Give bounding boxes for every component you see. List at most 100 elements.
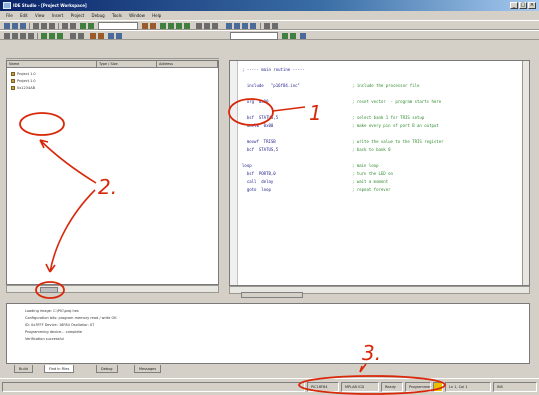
app-icon — [3, 2, 11, 9]
code-line: include "p16f84.inc" ; include the proces… — [242, 83, 420, 89]
run-icon[interactable] — [160, 23, 166, 29]
breakpoint-icon[interactable] — [196, 23, 202, 29]
disconnect-icon[interactable] — [290, 33, 296, 39]
paste-icon[interactable] — [49, 23, 55, 29]
animate-icon[interactable] — [98, 33, 104, 39]
code-instruction: movlw 0x00 — [242, 123, 274, 128]
status-cursor-position: Ln 1, Col 1 — [445, 382, 491, 392]
watch-icon[interactable] — [204, 23, 210, 29]
new-file-icon[interactable] — [4, 23, 10, 29]
indent-icon[interactable] — [4, 33, 10, 39]
editor-gutter[interactable] — [230, 61, 238, 285]
step-over-icon[interactable] — [184, 23, 190, 29]
trace-icon[interactable] — [116, 33, 122, 39]
code-comment: ; write the value to the TRIS register — [352, 139, 444, 144]
editor-file-tab[interactable] — [241, 292, 303, 298]
window-title: IDE Studio - [Project Workspace] — [13, 3, 87, 8]
output-line: Loading image: C:\PIC\proj.hex — [25, 309, 79, 313]
minimize-button[interactable]: _ — [510, 2, 518, 9]
replace-icon[interactable] — [88, 23, 94, 29]
close-button[interactable]: × — [528, 2, 536, 9]
find-icon[interactable] — [80, 23, 86, 29]
program-device-icon[interactable] — [226, 23, 232, 29]
open-folder-icon[interactable] — [12, 23, 18, 29]
tree-horizontal-scrollbar[interactable] — [6, 285, 219, 293]
connect-icon[interactable] — [282, 33, 288, 39]
device-select[interactable] — [230, 32, 278, 40]
code-instruction: goto loop — [242, 187, 271, 192]
column-type[interactable]: Type / Size — [97, 61, 157, 68]
code-line: bsf PORTB,0 ; turn the LED on — [242, 171, 393, 177]
code-instruction: bcf STATUS,5 — [242, 147, 279, 152]
code-line: bcf STATUS,5 ; back to bank 0 — [242, 147, 391, 153]
code-instruction: org 0x00 — [242, 99, 269, 104]
bookmark-icon[interactable] — [41, 33, 47, 39]
stopwatch-icon[interactable] — [108, 33, 114, 39]
link-icon[interactable] — [78, 33, 84, 39]
window-icon[interactable] — [264, 23, 270, 29]
maximize-button[interactable]: □ — [519, 2, 527, 9]
read-device-icon[interactable] — [234, 23, 240, 29]
erase-device-icon[interactable] — [250, 23, 256, 29]
settings-icon[interactable] — [300, 33, 306, 39]
prev-bookmark-icon[interactable] — [57, 33, 63, 39]
column-address[interactable]: Address — [157, 61, 218, 68]
redo-icon[interactable] — [70, 23, 76, 29]
code-instruction: loop — [242, 163, 252, 168]
undo-icon[interactable] — [62, 23, 68, 29]
tree-item[interactable]: Project 1.0 — [11, 78, 36, 84]
cut-icon[interactable] — [33, 23, 39, 29]
tab-debug[interactable]: Debug — [96, 365, 118, 373]
tree-item[interactable]: Project 1.0 — [11, 71, 36, 77]
project-config-select[interactable] — [98, 22, 138, 30]
code-comment: ; make every pin of port B an output — [352, 123, 439, 128]
status-indicator-icon — [433, 382, 443, 392]
tree-item-selected[interactable]: 0x1234AB — [11, 85, 35, 91]
menu-insert[interactable]: Insert — [52, 11, 63, 20]
verify-device-icon[interactable] — [242, 23, 248, 29]
help-icon[interactable] — [272, 23, 278, 29]
tab-find-in-files[interactable]: Find in Files — [44, 365, 75, 373]
copy-icon[interactable] — [41, 23, 47, 29]
halt-icon[interactable] — [168, 23, 174, 29]
menu-debug[interactable]: Debug — [92, 11, 105, 20]
code-line: goto loop ; repeat forever — [242, 187, 391, 193]
comment-icon[interactable] — [20, 33, 26, 39]
output-window: Loading image: C:\PIC\proj.hex Configura… — [6, 303, 530, 364]
memory-icon[interactable] — [212, 23, 218, 29]
menu-help[interactable]: Help — [152, 11, 161, 20]
build-icon[interactable] — [142, 23, 148, 29]
menu-project[interactable]: Project — [71, 11, 85, 20]
code-comment: ; repeat forever — [352, 187, 391, 192]
menu-window[interactable]: Window — [129, 11, 145, 20]
status-device: PIC16F84 — [307, 382, 339, 392]
tab-messages[interactable]: Messages — [134, 365, 162, 373]
save-icon[interactable] — [20, 23, 26, 29]
menu-view[interactable]: View — [35, 11, 45, 20]
code-comment: ; reset vector - program starts here — [352, 99, 442, 104]
tree-item-label: 0x1234AB — [17, 86, 36, 90]
step-into-icon[interactable] — [176, 23, 182, 29]
folder-icon — [11, 79, 15, 83]
outdent-icon[interactable] — [12, 33, 18, 39]
editor-vertical-scrollbar[interactable] — [522, 61, 529, 285]
tab-build[interactable]: Build — [14, 365, 33, 373]
build-all-icon[interactable] — [150, 23, 156, 29]
code-editor[interactable]: ; ----- main routine ----- include "p16f… — [229, 60, 530, 286]
standard-toolbar — [0, 20, 539, 30]
compile-icon[interactable] — [70, 33, 76, 39]
code-instruction: include "p16f84.inc" — [242, 83, 300, 88]
reset-icon[interactable] — [90, 33, 96, 39]
tree-pane-tab-button[interactable] — [40, 287, 58, 293]
status-insert-mode: INS — [493, 382, 537, 392]
status-bar: PIC16F84 MPLAB ICD Ready Programmer Ln 1… — [0, 378, 539, 395]
debug-toolbar — [0, 30, 539, 40]
menu-tools[interactable]: Tools — [112, 11, 122, 20]
code-instruction: movwf TRISB — [242, 139, 276, 144]
column-name[interactable]: Name — [7, 61, 97, 68]
menu-edit[interactable]: Edit — [20, 11, 28, 20]
menu-file[interactable]: File — [6, 11, 13, 20]
uncomment-icon[interactable] — [28, 33, 34, 39]
next-bookmark-icon[interactable] — [49, 33, 55, 39]
output-line: ID: 0x3FFF Device: 16F84 Oscillator: XT — [25, 323, 95, 327]
